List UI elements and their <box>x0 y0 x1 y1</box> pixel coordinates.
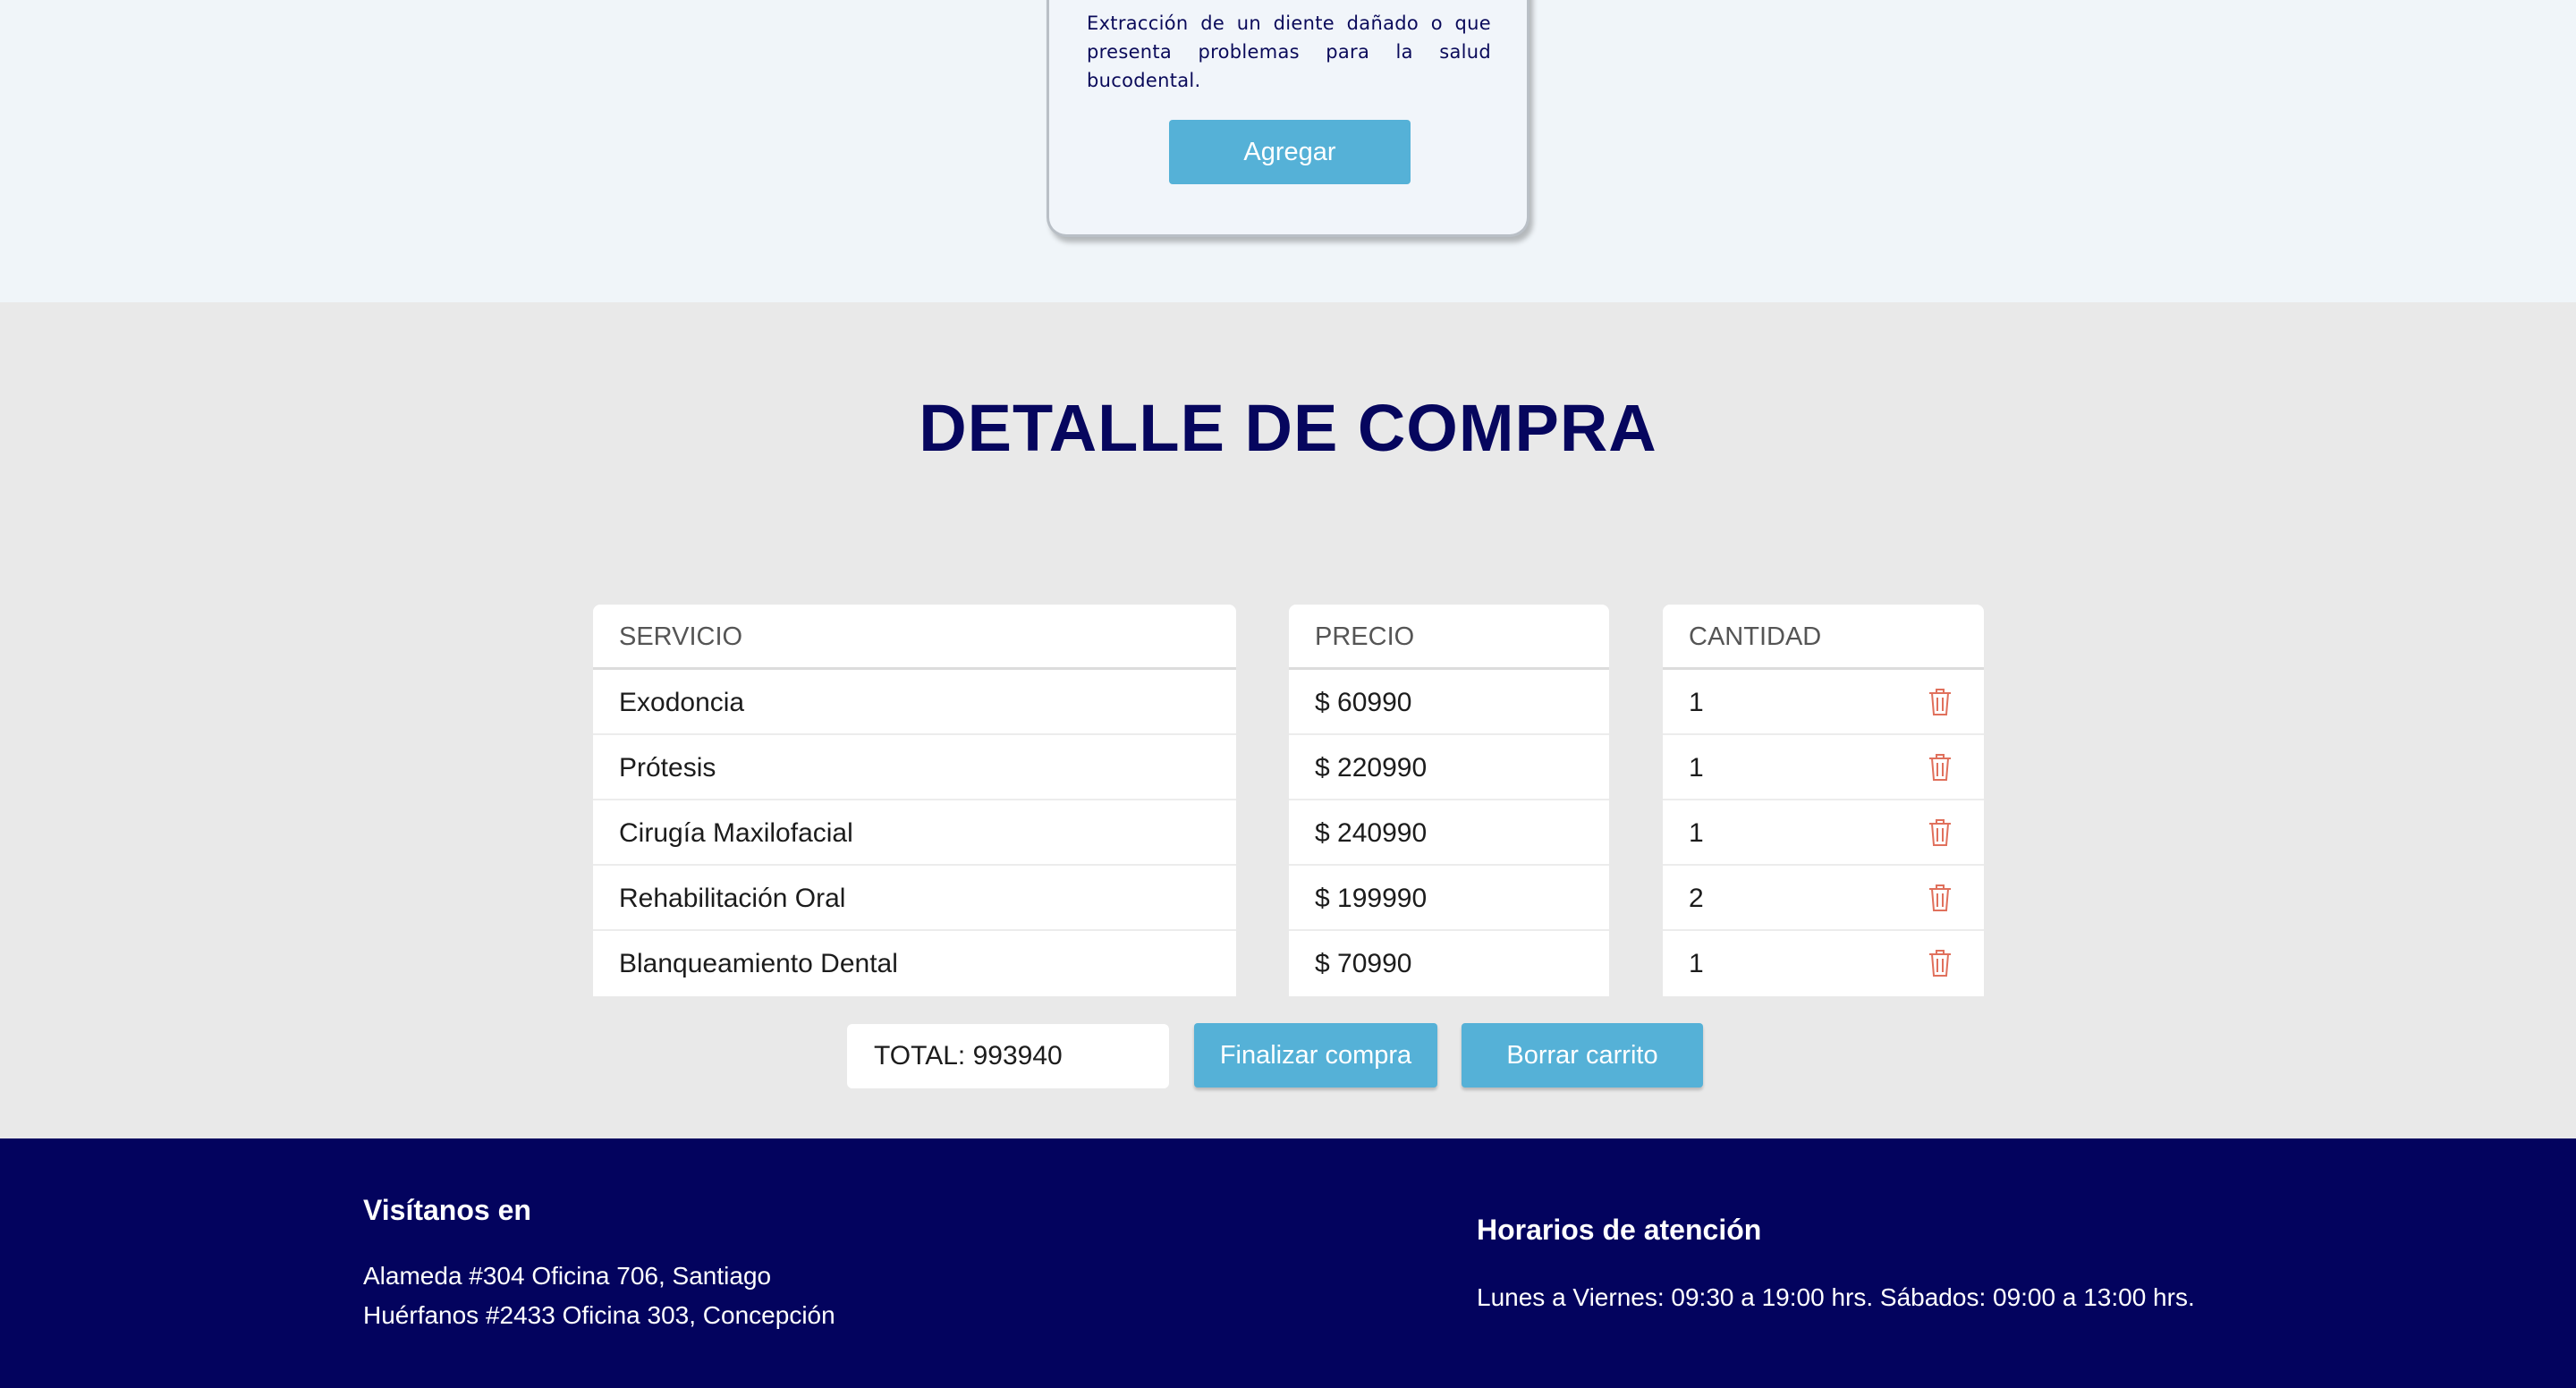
services-band: Extracción de un diente dañado o que pre… <box>0 0 2576 302</box>
visit-title: Visítanos en <box>363 1194 531 1226</box>
page-title: DETALLE DE COMPRA <box>919 391 1657 465</box>
service-cell: Prótesis <box>593 735 1236 800</box>
trash-icon[interactable] <box>1927 948 1953 978</box>
quantity-value: 1 <box>1689 949 1704 978</box>
quantity-column: CANTIDAD 1 1 1 2 1 <box>1663 605 1984 996</box>
price-cell: $ 220990 <box>1289 735 1609 800</box>
finalize-purchase-button[interactable]: Finalizar compra <box>1194 1023 1437 1088</box>
trash-icon[interactable] <box>1927 687 1953 717</box>
quantity-value: 1 <box>1689 688 1704 717</box>
quantity-value: 1 <box>1689 818 1704 848</box>
price-column: PRECIO $ 60990 $ 220990 $ 240990 $ 19999… <box>1289 605 1609 996</box>
quantity-value: 1 <box>1689 753 1704 783</box>
price-cell: $ 70990 <box>1315 949 1412 978</box>
service-header: SERVICIO <box>593 605 1236 670</box>
hours-title: Horarios de atención <box>1477 1214 1762 1246</box>
quantity-row: 1 <box>1663 800 1984 866</box>
quantity-row: 1 <box>1663 670 1984 735</box>
price-cell: $ 60990 <box>1289 670 1609 735</box>
service-card: Extracción de un diente dañado o que pre… <box>1046 0 1530 237</box>
quantity-header: CANTIDAD <box>1663 605 1984 670</box>
quantity-row: 2 <box>1663 866 1984 931</box>
trash-icon[interactable] <box>1927 817 1953 848</box>
trash-icon[interactable] <box>1927 752 1953 783</box>
service-column: SERVICIO Exodoncia Prótesis Cirugía Maxi… <box>593 605 1236 996</box>
footer: Visítanos en Alameda #304 Oficina 706, S… <box>0 1138 2576 1388</box>
trash-icon[interactable] <box>1927 883 1953 913</box>
total-display: TOTAL: 993940 <box>847 1024 1169 1088</box>
price-cell: $ 199990 <box>1289 866 1609 931</box>
service-description: Extracción de un diente dañado o que pre… <box>1087 13 1491 91</box>
quantity-row: 1 <box>1663 931 1984 996</box>
address-santiago: Alameda #304 Oficina 706, Santiago <box>363 1262 772 1290</box>
hours-text: Lunes a Viernes: 09:30 a 19:00 hrs. Sába… <box>1477 1283 2195 1311</box>
service-cell: Rehabilitación Oral <box>593 866 1236 931</box>
add-button[interactable]: Agregar <box>1169 120 1411 184</box>
quantity-row: 1 <box>1663 735 1984 800</box>
address-concepcion: Huérfanos #2433 Oficina 303, Concepción <box>363 1301 835 1329</box>
clear-cart-button[interactable]: Borrar carrito <box>1462 1023 1703 1088</box>
service-cell: Cirugía Maxilofacial <box>593 800 1236 866</box>
service-cell: Exodoncia <box>593 670 1236 735</box>
price-header: PRECIO <box>1289 605 1609 670</box>
service-cell: Blanqueamiento Dental <box>619 949 898 978</box>
quantity-value: 2 <box>1689 884 1704 913</box>
addresses: Alameda #304 Oficina 706, Santiago Huérf… <box>363 1257 835 1335</box>
price-cell: $ 240990 <box>1289 800 1609 866</box>
